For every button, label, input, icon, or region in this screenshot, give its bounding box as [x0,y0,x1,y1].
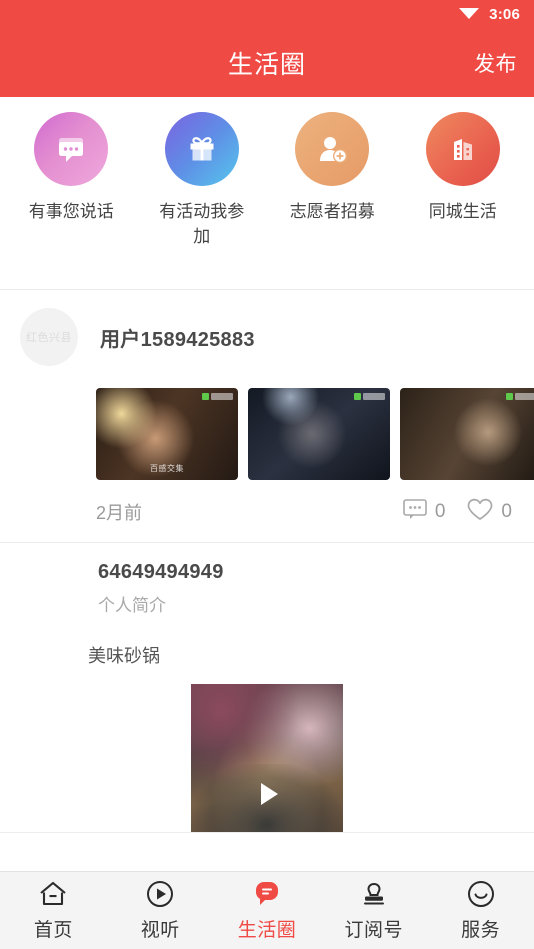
stamp-icon [360,880,388,908]
user-subtitle: 个人简介 [98,596,166,615]
quick-entry-activity[interactable]: 有活动我参加 [137,112,268,249]
post-text: 美味砂锅 [88,646,160,666]
home-icon [38,880,68,908]
post-user: 用户1589425883 [100,323,255,352]
page-title: 生活圈 [227,50,306,79]
chat-bubble-icon [34,112,109,186]
comment-count: 0 [434,501,446,522]
quick-entry-citylife[interactable]: 同城生活 [398,112,529,225]
user-name: 64649494949 [98,561,224,583]
tab-label: 订阅号 [344,919,404,941]
watermark-icon [202,393,233,400]
post-timestamp: 2月前 [96,503,143,523]
quick-entry-label: 同城生活 [428,202,497,221]
status-time: 3:06 [489,5,520,23]
quick-entry-label: 有事您说话 [28,202,114,221]
quick-entry-chat[interactable]: 有事您说话 [6,112,137,225]
publish-button[interactable]: 发布 [474,48,517,78]
like-count: 0 [501,501,512,522]
thumbnail-caption: 百感交集 [150,464,184,473]
feed-post[interactable]: 64649494949 个人简介 美味砂锅 [0,543,534,833]
video-wrap [0,668,534,832]
comment-icon [403,499,427,525]
app-header: 生活圈 发布 [0,28,534,97]
bottom-navigation: 首页 视听 生活圈 订阅号 服务 [0,871,534,949]
tab-home[interactable]: 首页 [0,880,107,942]
comment-button[interactable]: 0 [403,499,446,525]
status-bar: 3:06 [0,0,534,28]
thumbnail-row: 百感交集 [0,366,534,480]
tab-service[interactable]: 服务 [427,880,534,942]
tab-label: 生活圈 [237,919,297,941]
user-name: 用户1589425883 [100,328,255,351]
feed-list: 红色兴县 用户1589425883 百感交集 2月前 0 0 646494949… [0,290,534,833]
tab-video[interactable]: 视听 [107,880,214,942]
smiley-icon [467,880,495,908]
post-actions: 0 0 [403,498,512,526]
watermark-icon [354,393,385,400]
like-button[interactable]: 0 [467,498,512,526]
post-user: 64649494949 个人简介 [98,561,224,616]
tab-label: 服务 [461,919,501,941]
thumbnail-image[interactable] [248,388,390,480]
video-thumbnail[interactable] [191,684,343,832]
tab-subscription[interactable]: 订阅号 [320,880,427,942]
avatar-label: 红色兴县 [26,332,72,344]
quick-entry-volunteer[interactable]: 志愿者招募 [267,112,398,225]
wifi-icon [458,4,480,25]
thumbnail-image[interactable] [400,388,534,480]
person-add-icon [295,112,370,186]
avatar[interactable]: 红色兴县 [20,308,78,366]
heart-icon [467,498,493,526]
tab-label: 视听 [140,919,180,941]
quick-entry-label: 志愿者招募 [289,202,375,221]
gift-icon [164,112,239,186]
play-circle-icon [146,880,174,908]
post-meta: 2月前 0 0 [0,480,534,542]
chat-bubble-filled-icon [252,880,282,908]
post-header: 64649494949 个人简介 [0,561,534,616]
feed-post[interactable]: 红色兴县 用户1589425883 百感交集 2月前 0 0 [0,290,534,543]
watermark-icon [506,393,534,400]
quick-entry-row: 有事您说话 有活动我参加 志愿者招募 同城生活 [0,97,534,290]
thumbnail-image[interactable]: 百感交集 [96,388,238,480]
quick-entry-label: 有活动我参加 [159,202,245,246]
play-icon[interactable] [244,771,290,822]
building-icon [425,112,500,186]
tab-label: 首页 [33,919,73,941]
app-root: 3:06 生活圈 发布 有事您说话 有活动我参加 志愿者招募 同城生活 红色兴县… [0,0,534,949]
tab-lifecircle[interactable]: 生活圈 [214,880,321,942]
post-header: 红色兴县 用户1589425883 [0,308,534,366]
